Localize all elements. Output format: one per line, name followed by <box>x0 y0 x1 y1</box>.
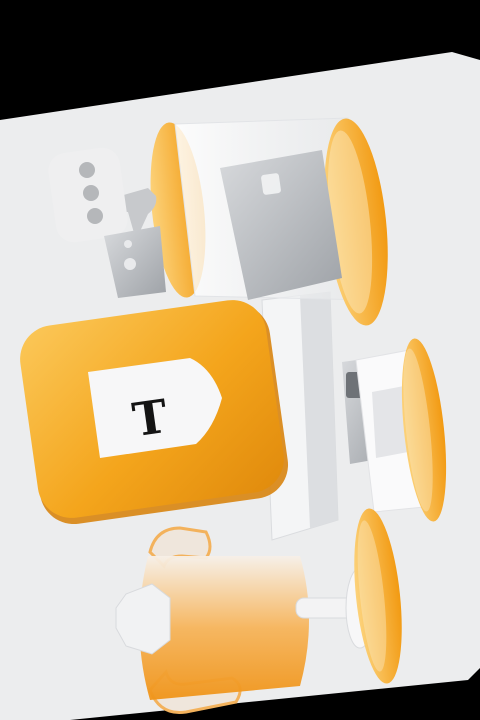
card-chip <box>261 173 281 195</box>
shield-badge-icon: T <box>20 300 289 525</box>
stage: T <box>0 0 480 720</box>
illustration: T <box>0 0 480 720</box>
